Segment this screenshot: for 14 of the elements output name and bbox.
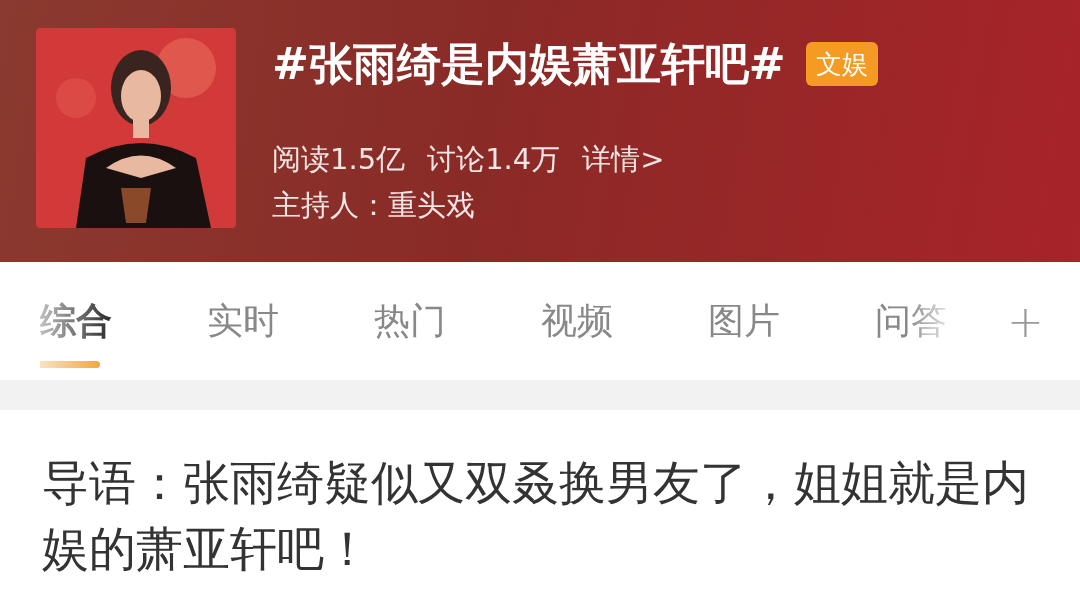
category-tag: 文娱 xyxy=(805,42,878,86)
host-label: 主持人：重头戏 xyxy=(272,187,476,224)
tab[interactable]: 综合 xyxy=(40,274,207,368)
details-link[interactable]: 详情> xyxy=(582,140,665,178)
intro-text: 导语：张雨绮疑似又双叒换男友了，姐姐就是内娱的萧亚轩吧！ xyxy=(41,454,1030,578)
tab[interactable]: 实时 xyxy=(207,274,374,368)
tab[interactable]: 视频 xyxy=(541,274,708,368)
topic-stat: 讨论1.4万 xyxy=(427,141,561,178)
tab[interactable]: 热门 xyxy=(374,274,541,368)
tab[interactable]: 图片 xyxy=(708,274,875,368)
tab[interactable]: 问答 xyxy=(875,274,947,368)
topic-stat: 阅读1.5亿 xyxy=(272,141,406,178)
add-tab-button[interactable]: + xyxy=(1007,295,1044,347)
topic-title: #张雨绮是内娱萧亚轩吧# xyxy=(272,37,786,91)
